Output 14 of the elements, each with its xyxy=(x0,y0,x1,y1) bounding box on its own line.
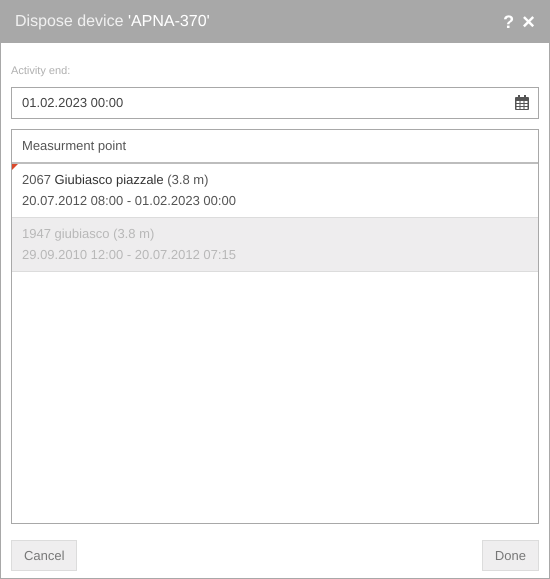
device-name: 'APNA-370' xyxy=(128,12,210,32)
list-row[interactable]: 2067 Giubiasco piazzale (3.8 m) 20.07.2012 08:00 - 01.02.2023 00:00 xyxy=(12,164,538,218)
window-title: Dispose device xyxy=(15,12,124,32)
column-title: Measurment point xyxy=(22,136,126,155)
calendar-icon[interactable] xyxy=(515,94,529,110)
point-title: 2067 Giubiasco piazzale (3.8 m) xyxy=(22,170,210,189)
field-label: Activity end: xyxy=(11,64,72,79)
help-button[interactable]: ? xyxy=(503,8,514,36)
point-period: 20.07.2012 08:00 - 01.02.2023 00:00 xyxy=(22,192,237,210)
close-button[interactable]: × xyxy=(522,11,535,33)
done-button[interactable]: Done xyxy=(482,540,539,571)
date-field[interactable]: 01.02.2023 00:00 xyxy=(11,86,539,118)
cancel-button[interactable]: Cancel xyxy=(11,540,78,571)
corner-marker-icon xyxy=(12,164,18,170)
